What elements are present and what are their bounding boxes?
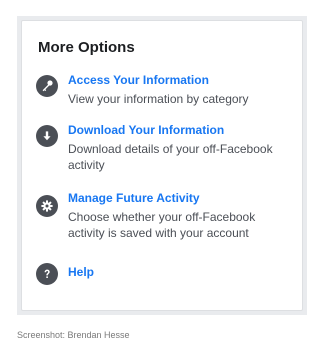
question-icon	[36, 263, 58, 285]
more-options-card: More Options Access Your Information Vie…	[21, 20, 303, 311]
option-title-download-your-information[interactable]: Download Your Information	[68, 123, 224, 137]
option-help[interactable]: Help	[36, 262, 298, 286]
option-manage-future-activity[interactable]: Manage Future Activity Choose whether yo…	[36, 191, 298, 245]
option-download-your-information[interactable]: Download Your Information Download detai…	[36, 123, 298, 177]
option-title-access-your-information[interactable]: Access Your Information	[68, 73, 209, 87]
option-description-download-your-information: Download details of your off-Facebook ac…	[68, 142, 273, 172]
card-title: More Options	[38, 39, 135, 56]
option-description-access-your-information: View your information by category	[68, 92, 249, 106]
key-icon	[36, 75, 58, 97]
option-description-manage-future-activity: Choose whether your off-Facebook activit…	[68, 210, 256, 240]
panel-frame: More Options Access Your Information Vie…	[17, 16, 307, 315]
gear-icon	[36, 195, 58, 217]
image-caption: Screenshot: Brendan Hesse	[17, 330, 130, 340]
option-title-help[interactable]: Help	[68, 265, 94, 279]
option-title-manage-future-activity[interactable]: Manage Future Activity	[68, 191, 200, 205]
download-icon	[36, 125, 58, 147]
option-access-your-information[interactable]: Access Your Information View your inform…	[36, 73, 298, 113]
